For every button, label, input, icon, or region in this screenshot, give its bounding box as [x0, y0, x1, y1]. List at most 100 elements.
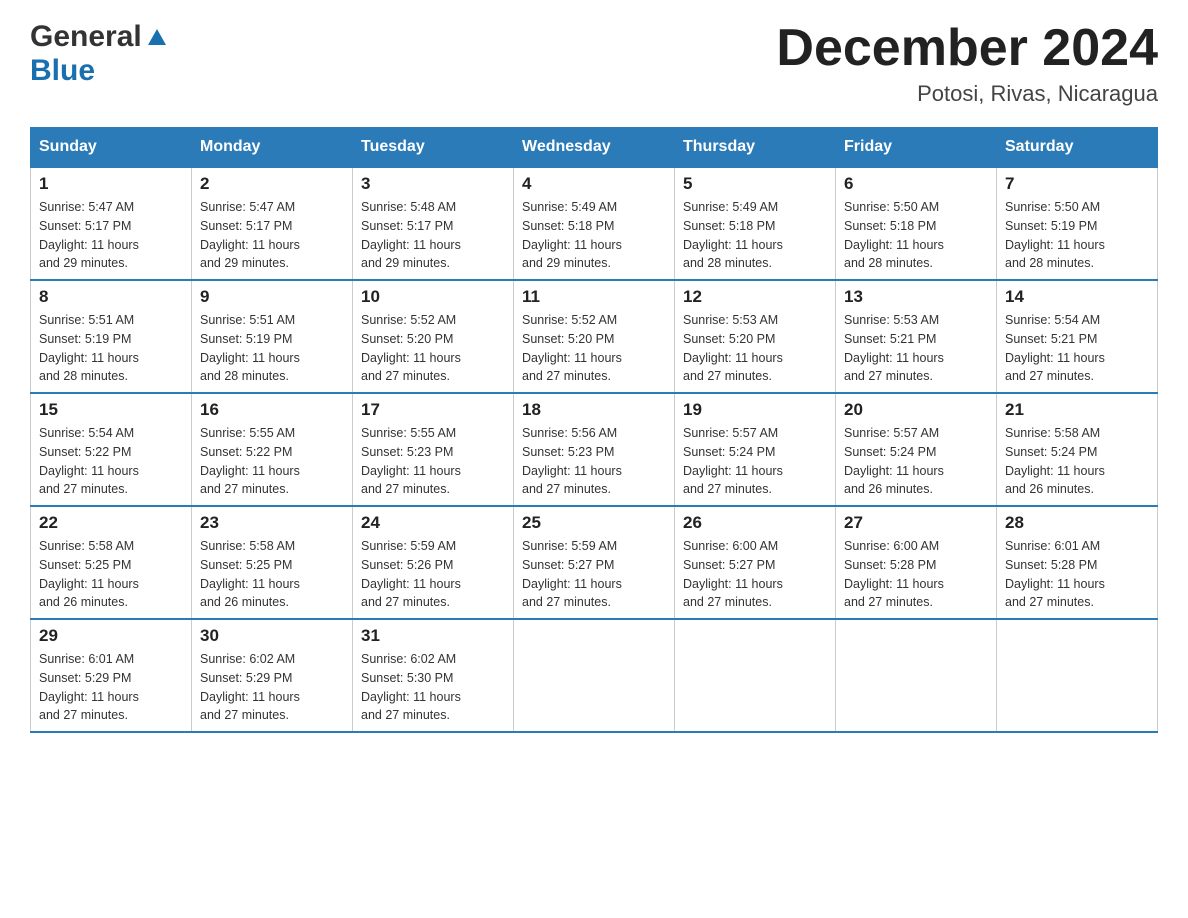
calendar-cell-w2-d5: 12 Sunrise: 5:53 AMSunset: 5:20 PMDaylig…	[675, 280, 836, 393]
calendar-cell-w1-d7: 7 Sunrise: 5:50 AMSunset: 5:19 PMDayligh…	[997, 167, 1158, 280]
day-info: Sunrise: 5:47 AMSunset: 5:17 PMDaylight:…	[39, 200, 139, 270]
calendar-cell-w1-d5: 5 Sunrise: 5:49 AMSunset: 5:18 PMDayligh…	[675, 167, 836, 280]
day-info: Sunrise: 5:49 AMSunset: 5:18 PMDaylight:…	[683, 200, 783, 270]
day-number: 12	[683, 287, 827, 307]
day-number: 27	[844, 513, 988, 533]
day-info: Sunrise: 5:52 AMSunset: 5:20 PMDaylight:…	[522, 313, 622, 383]
day-info: Sunrise: 5:50 AMSunset: 5:18 PMDaylight:…	[844, 200, 944, 270]
calendar-cell-w2-d7: 14 Sunrise: 5:54 AMSunset: 5:21 PMDaylig…	[997, 280, 1158, 393]
calendar-cell-w3-d1: 15 Sunrise: 5:54 AMSunset: 5:22 PMDaylig…	[31, 393, 192, 506]
logo-blue-text: Blue	[30, 54, 95, 87]
calendar-week-4: 22 Sunrise: 5:58 AMSunset: 5:25 PMDaylig…	[31, 506, 1158, 619]
col-monday: Monday	[192, 128, 353, 168]
calendar-header-row: Sunday Monday Tuesday Wednesday Thursday…	[31, 128, 1158, 168]
calendar-cell-w1-d4: 4 Sunrise: 5:49 AMSunset: 5:18 PMDayligh…	[514, 167, 675, 280]
day-info: Sunrise: 5:59 AMSunset: 5:26 PMDaylight:…	[361, 539, 461, 609]
calendar-cell-w3-d6: 20 Sunrise: 5:57 AMSunset: 5:24 PMDaylig…	[836, 393, 997, 506]
calendar-cell-w4-d1: 22 Sunrise: 5:58 AMSunset: 5:25 PMDaylig…	[31, 506, 192, 619]
day-number: 21	[1005, 400, 1149, 420]
day-number: 22	[39, 513, 183, 533]
calendar-cell-w2-d6: 13 Sunrise: 5:53 AMSunset: 5:21 PMDaylig…	[836, 280, 997, 393]
logo-general-text: General	[30, 20, 142, 54]
day-info: Sunrise: 5:56 AMSunset: 5:23 PMDaylight:…	[522, 426, 622, 496]
day-number: 11	[522, 287, 666, 307]
day-info: Sunrise: 5:53 AMSunset: 5:20 PMDaylight:…	[683, 313, 783, 383]
calendar-cell-w5-d3: 31 Sunrise: 6:02 AMSunset: 5:30 PMDaylig…	[353, 619, 514, 732]
calendar-cell-w5-d4	[514, 619, 675, 732]
day-number: 1	[39, 174, 183, 194]
day-number: 24	[361, 513, 505, 533]
col-sunday: Sunday	[31, 128, 192, 168]
col-wednesday: Wednesday	[514, 128, 675, 168]
title-block: December 2024 Potosi, Rivas, Nicaragua	[776, 20, 1158, 107]
day-info: Sunrise: 5:54 AMSunset: 5:21 PMDaylight:…	[1005, 313, 1105, 383]
calendar-cell-w4-d7: 28 Sunrise: 6:01 AMSunset: 5:28 PMDaylig…	[997, 506, 1158, 619]
day-number: 19	[683, 400, 827, 420]
calendar-cell-w5-d1: 29 Sunrise: 6:01 AMSunset: 5:29 PMDaylig…	[31, 619, 192, 732]
day-info: Sunrise: 6:02 AMSunset: 5:30 PMDaylight:…	[361, 652, 461, 722]
day-info: Sunrise: 5:49 AMSunset: 5:18 PMDaylight:…	[522, 200, 622, 270]
calendar-cell-w3-d7: 21 Sunrise: 5:58 AMSunset: 5:24 PMDaylig…	[997, 393, 1158, 506]
calendar-week-1: 1 Sunrise: 5:47 AMSunset: 5:17 PMDayligh…	[31, 167, 1158, 280]
day-info: Sunrise: 5:51 AMSunset: 5:19 PMDaylight:…	[39, 313, 139, 383]
day-number: 14	[1005, 287, 1149, 307]
col-thursday: Thursday	[675, 128, 836, 168]
calendar-week-2: 8 Sunrise: 5:51 AMSunset: 5:19 PMDayligh…	[31, 280, 1158, 393]
calendar-table: Sunday Monday Tuesday Wednesday Thursday…	[30, 127, 1158, 733]
logo: General Blue	[30, 20, 168, 88]
day-info: Sunrise: 5:55 AMSunset: 5:22 PMDaylight:…	[200, 426, 300, 496]
calendar-cell-w4-d6: 27 Sunrise: 6:00 AMSunset: 5:28 PMDaylig…	[836, 506, 997, 619]
day-number: 2	[200, 174, 344, 194]
day-info: Sunrise: 6:01 AMSunset: 5:28 PMDaylight:…	[1005, 539, 1105, 609]
calendar-cell-w2-d1: 8 Sunrise: 5:51 AMSunset: 5:19 PMDayligh…	[31, 280, 192, 393]
day-number: 6	[844, 174, 988, 194]
calendar-cell-w3-d2: 16 Sunrise: 5:55 AMSunset: 5:22 PMDaylig…	[192, 393, 353, 506]
day-info: Sunrise: 5:47 AMSunset: 5:17 PMDaylight:…	[200, 200, 300, 270]
calendar-cell-w3-d5: 19 Sunrise: 5:57 AMSunset: 5:24 PMDaylig…	[675, 393, 836, 506]
calendar-cell-w1-d2: 2 Sunrise: 5:47 AMSunset: 5:17 PMDayligh…	[192, 167, 353, 280]
day-number: 18	[522, 400, 666, 420]
col-saturday: Saturday	[997, 128, 1158, 168]
calendar-cell-w5-d7	[997, 619, 1158, 732]
day-number: 31	[361, 626, 505, 646]
day-number: 30	[200, 626, 344, 646]
col-tuesday: Tuesday	[353, 128, 514, 168]
calendar-cell-w4-d3: 24 Sunrise: 5:59 AMSunset: 5:26 PMDaylig…	[353, 506, 514, 619]
day-number: 7	[1005, 174, 1149, 194]
calendar-cell-w2-d4: 11 Sunrise: 5:52 AMSunset: 5:20 PMDaylig…	[514, 280, 675, 393]
logo-triangle-icon	[146, 25, 168, 52]
day-info: Sunrise: 6:01 AMSunset: 5:29 PMDaylight:…	[39, 652, 139, 722]
day-info: Sunrise: 5:58 AMSunset: 5:25 PMDaylight:…	[200, 539, 300, 609]
day-info: Sunrise: 5:50 AMSunset: 5:19 PMDaylight:…	[1005, 200, 1105, 270]
day-number: 29	[39, 626, 183, 646]
day-info: Sunrise: 5:48 AMSunset: 5:17 PMDaylight:…	[361, 200, 461, 270]
day-number: 3	[361, 174, 505, 194]
month-title: December 2024	[776, 20, 1158, 77]
day-info: Sunrise: 6:02 AMSunset: 5:29 PMDaylight:…	[200, 652, 300, 722]
day-info: Sunrise: 5:55 AMSunset: 5:23 PMDaylight:…	[361, 426, 461, 496]
calendar-cell-w5-d5	[675, 619, 836, 732]
calendar-week-5: 29 Sunrise: 6:01 AMSunset: 5:29 PMDaylig…	[31, 619, 1158, 732]
calendar-cell-w1-d1: 1 Sunrise: 5:47 AMSunset: 5:17 PMDayligh…	[31, 167, 192, 280]
day-number: 23	[200, 513, 344, 533]
calendar-cell-w2-d2: 9 Sunrise: 5:51 AMSunset: 5:19 PMDayligh…	[192, 280, 353, 393]
col-friday: Friday	[836, 128, 997, 168]
day-info: Sunrise: 5:58 AMSunset: 5:25 PMDaylight:…	[39, 539, 139, 609]
day-number: 4	[522, 174, 666, 194]
calendar-cell-w4-d4: 25 Sunrise: 5:59 AMSunset: 5:27 PMDaylig…	[514, 506, 675, 619]
day-info: Sunrise: 5:52 AMSunset: 5:20 PMDaylight:…	[361, 313, 461, 383]
day-info: Sunrise: 5:57 AMSunset: 5:24 PMDaylight:…	[683, 426, 783, 496]
day-info: Sunrise: 6:00 AMSunset: 5:28 PMDaylight:…	[844, 539, 944, 609]
day-info: Sunrise: 5:51 AMSunset: 5:19 PMDaylight:…	[200, 313, 300, 383]
day-info: Sunrise: 5:58 AMSunset: 5:24 PMDaylight:…	[1005, 426, 1105, 496]
day-info: Sunrise: 5:53 AMSunset: 5:21 PMDaylight:…	[844, 313, 944, 383]
calendar-cell-w3-d4: 18 Sunrise: 5:56 AMSunset: 5:23 PMDaylig…	[514, 393, 675, 506]
calendar-cell-w2-d3: 10 Sunrise: 5:52 AMSunset: 5:20 PMDaylig…	[353, 280, 514, 393]
location-text: Potosi, Rivas, Nicaragua	[776, 81, 1158, 107]
day-number: 20	[844, 400, 988, 420]
calendar-cell-w1-d3: 3 Sunrise: 5:48 AMSunset: 5:17 PMDayligh…	[353, 167, 514, 280]
calendar-cell-w5-d2: 30 Sunrise: 6:02 AMSunset: 5:29 PMDaylig…	[192, 619, 353, 732]
day-number: 26	[683, 513, 827, 533]
calendar-cell-w5-d6	[836, 619, 997, 732]
day-info: Sunrise: 6:00 AMSunset: 5:27 PMDaylight:…	[683, 539, 783, 609]
